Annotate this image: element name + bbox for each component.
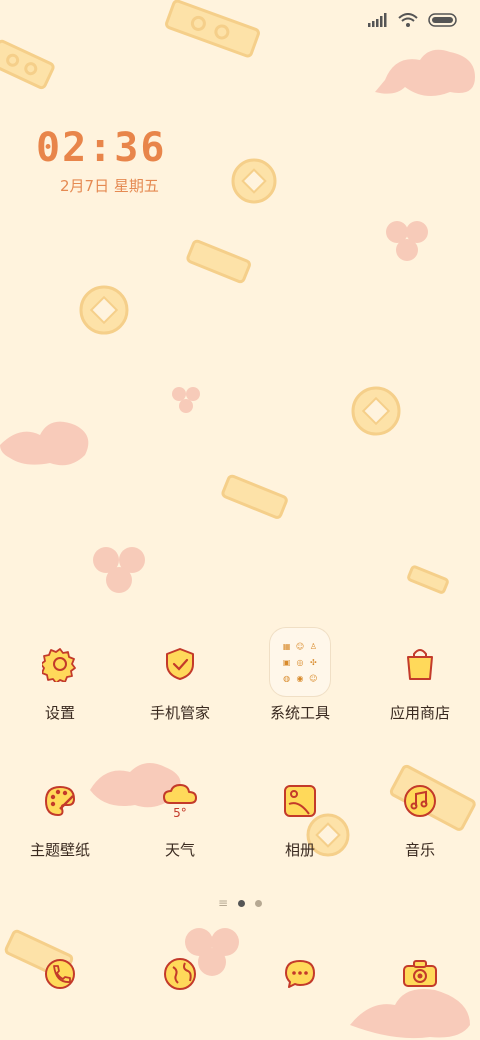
weather-temperature: 5°: [173, 806, 187, 820]
cloud-weather-icon: [163, 784, 197, 804]
camera-icon: [403, 960, 437, 987]
app-label: 设置: [44, 704, 75, 722]
app-label: 音乐: [404, 841, 435, 859]
app-gallery[interactable]: 相册: [240, 771, 360, 860]
clock-date: 2月7日 星期五: [60, 177, 159, 195]
wifi-icon: [398, 13, 418, 27]
message-bubble-icon: [285, 960, 315, 988]
app-store[interactable]: 应用商店: [360, 634, 480, 723]
page-indicator[interactable]: ≡: [0, 896, 480, 910]
app-phone-manager[interactable]: 手机管家: [120, 634, 240, 723]
signal-icon: [368, 13, 387, 27]
phone-icon: [45, 959, 75, 989]
dock-camera[interactable]: [360, 944, 480, 1004]
dock-messages[interactable]: [240, 944, 360, 1004]
folder-icon: ▦ ☺ ♙ ▣ ◎ ✣ ◍ ◉ ☺: [270, 628, 330, 696]
clock-time: 02:36: [36, 125, 167, 171]
app-label: 应用商店: [389, 704, 450, 722]
palette-brush-icon: [44, 785, 76, 817]
app-label: 相册: [284, 841, 315, 859]
settings-gear-icon: [42, 648, 76, 682]
shield-check-icon: [166, 648, 194, 680]
clock-widget[interactable]: 02:36 2月7日 星期五: [36, 125, 166, 196]
browser-globe-icon: [164, 958, 196, 990]
app-settings[interactable]: 设置: [0, 634, 120, 723]
battery-icon: [428, 13, 457, 27]
page-list-icon[interactable]: ≡: [218, 896, 228, 910]
app-label: 系统工具: [269, 704, 330, 722]
dock-browser[interactable]: [120, 944, 240, 1004]
music-note-icon: [404, 785, 436, 817]
app-folder-system-tools[interactable]: ▦ ☺ ♙ ▣ ◎ ✣ ◍ ◉ ☺ 系统工具: [240, 628, 360, 723]
shopping-bag-icon: [407, 649, 433, 680]
app-themes[interactable]: 主题壁纸: [0, 771, 120, 860]
page-dot[interactable]: [255, 899, 263, 907]
app-label: 天气: [164, 841, 195, 859]
gallery-icon: [284, 785, 316, 817]
app-music[interactable]: 音乐: [360, 771, 480, 860]
page-dot-active[interactable]: [238, 899, 246, 907]
dock-phone[interactable]: [0, 944, 120, 1004]
app-weather[interactable]: 5° 天气: [120, 771, 240, 860]
app-label: 手机管家: [149, 704, 210, 722]
dock: [0, 944, 480, 1004]
status-bar: [368, 8, 458, 32]
app-label: 主题壁纸: [29, 841, 90, 859]
